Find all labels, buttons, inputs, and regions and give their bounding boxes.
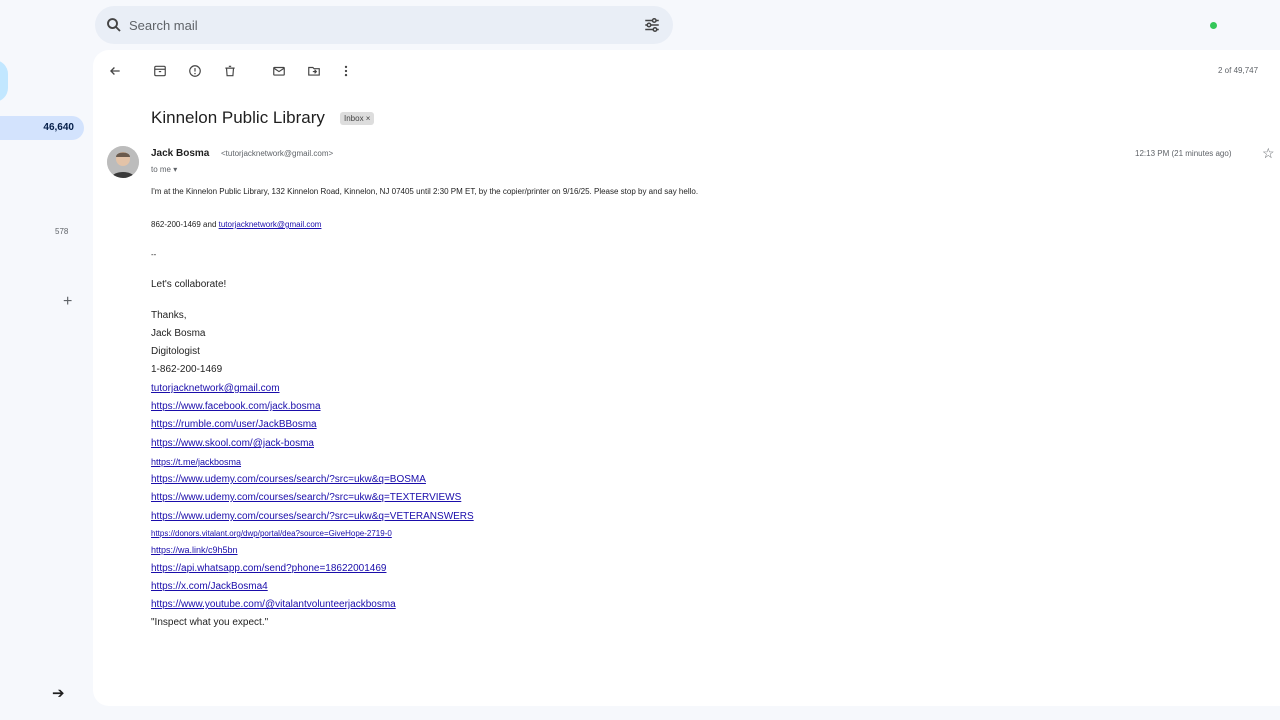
signature-phone: 1-862-200-1469: [151, 364, 223, 375]
signature-link[interactable]: https://x.com/JackBosma4: [151, 581, 268, 592]
signature-quote: "Inspect what you expect.": [151, 617, 269, 628]
signature-link[interactable]: https://www.udemy.com/courses/search/?sr…: [151, 492, 461, 503]
mark-unread-icon[interactable]: [272, 64, 286, 78]
archive-icon[interactable]: [153, 64, 167, 78]
signature-name: Jack Bosma: [151, 328, 206, 339]
sender-name[interactable]: Jack Bosma: [151, 148, 209, 159]
back-arrow-icon[interactable]: [108, 64, 122, 78]
move-to-icon[interactable]: [307, 64, 321, 78]
email-link[interactable]: tutorjacknetwork@gmail.com: [219, 220, 322, 229]
search-filter-icon[interactable]: [643, 16, 661, 34]
signature-link[interactable]: tutorjacknetwork@gmail.com: [151, 383, 280, 394]
arrow-right-icon[interactable]: ➔: [52, 684, 65, 702]
star-icon[interactable]: ☆: [1262, 145, 1275, 162]
sidebar-item-count: 578: [55, 227, 69, 236]
signature-link[interactable]: https://rumble.com/user/JackBBosma: [151, 419, 317, 430]
signature-link[interactable]: https://www.skool.com/@jack-bosma: [151, 438, 314, 449]
contact-line-prefix: 862-200-1469 and: [151, 220, 219, 229]
more-options-icon[interactable]: [339, 64, 353, 78]
email-timestamp: 12:13 PM (21 minutes ago): [1135, 149, 1232, 158]
report-spam-icon[interactable]: [188, 64, 202, 78]
sidebar-item-inbox[interactable]: 46,640: [0, 116, 84, 140]
collab-text: Let's collaborate!: [151, 279, 227, 290]
signature-link[interactable]: https://wa.link/c9h5bn: [151, 545, 238, 555]
signature-link[interactable]: https://www.facebook.com/jack.bosma: [151, 401, 321, 412]
sender-email: <tutorjacknetwork@gmail.com>: [221, 149, 334, 158]
add-label-icon[interactable]: +: [63, 293, 72, 311]
signature-separator: --: [151, 250, 157, 259]
status-indicator-icon: [1210, 22, 1217, 29]
compose-button[interactable]: [0, 60, 8, 102]
pager-text: 2 of 49,747: [1218, 66, 1259, 75]
body-text: I'm at the Kinnelon Public Library, 132 …: [151, 187, 699, 196]
signature-link[interactable]: https://www.udemy.com/courses/search/?sr…: [151, 474, 426, 485]
thanks-text: Thanks,: [151, 310, 187, 321]
signature-link[interactable]: https://www.youtube.com/@vitalantvolunte…: [151, 599, 396, 610]
inbox-label-chip[interactable]: Inbox ×: [340, 112, 375, 125]
signature-link[interactable]: https://t.me/jackbosma: [151, 457, 241, 467]
contact-line: 862-200-1469 and tutorjacknetwork@gmail.…: [151, 220, 321, 229]
recipient-dropdown[interactable]: to me ▾: [151, 165, 177, 174]
signature-link[interactable]: https://www.udemy.com/courses/search/?sr…: [151, 511, 474, 522]
avatar[interactable]: [107, 146, 139, 178]
delete-icon[interactable]: [223, 64, 237, 78]
signature-link[interactable]: https://api.whatsapp.com/send?phone=1862…: [151, 563, 386, 574]
search-bar[interactable]: Search mail: [95, 6, 673, 44]
search-input[interactable]: Search mail: [129, 18, 198, 33]
signature-link[interactable]: https://donors.vitalant.org/dwp/portal/d…: [151, 529, 392, 538]
email-subject: Kinnelon Public Library: [151, 108, 325, 127]
signature-title: Digitologist: [151, 346, 200, 357]
search-icon[interactable]: [105, 16, 123, 34]
inbox-count: 46,640: [43, 122, 74, 133]
